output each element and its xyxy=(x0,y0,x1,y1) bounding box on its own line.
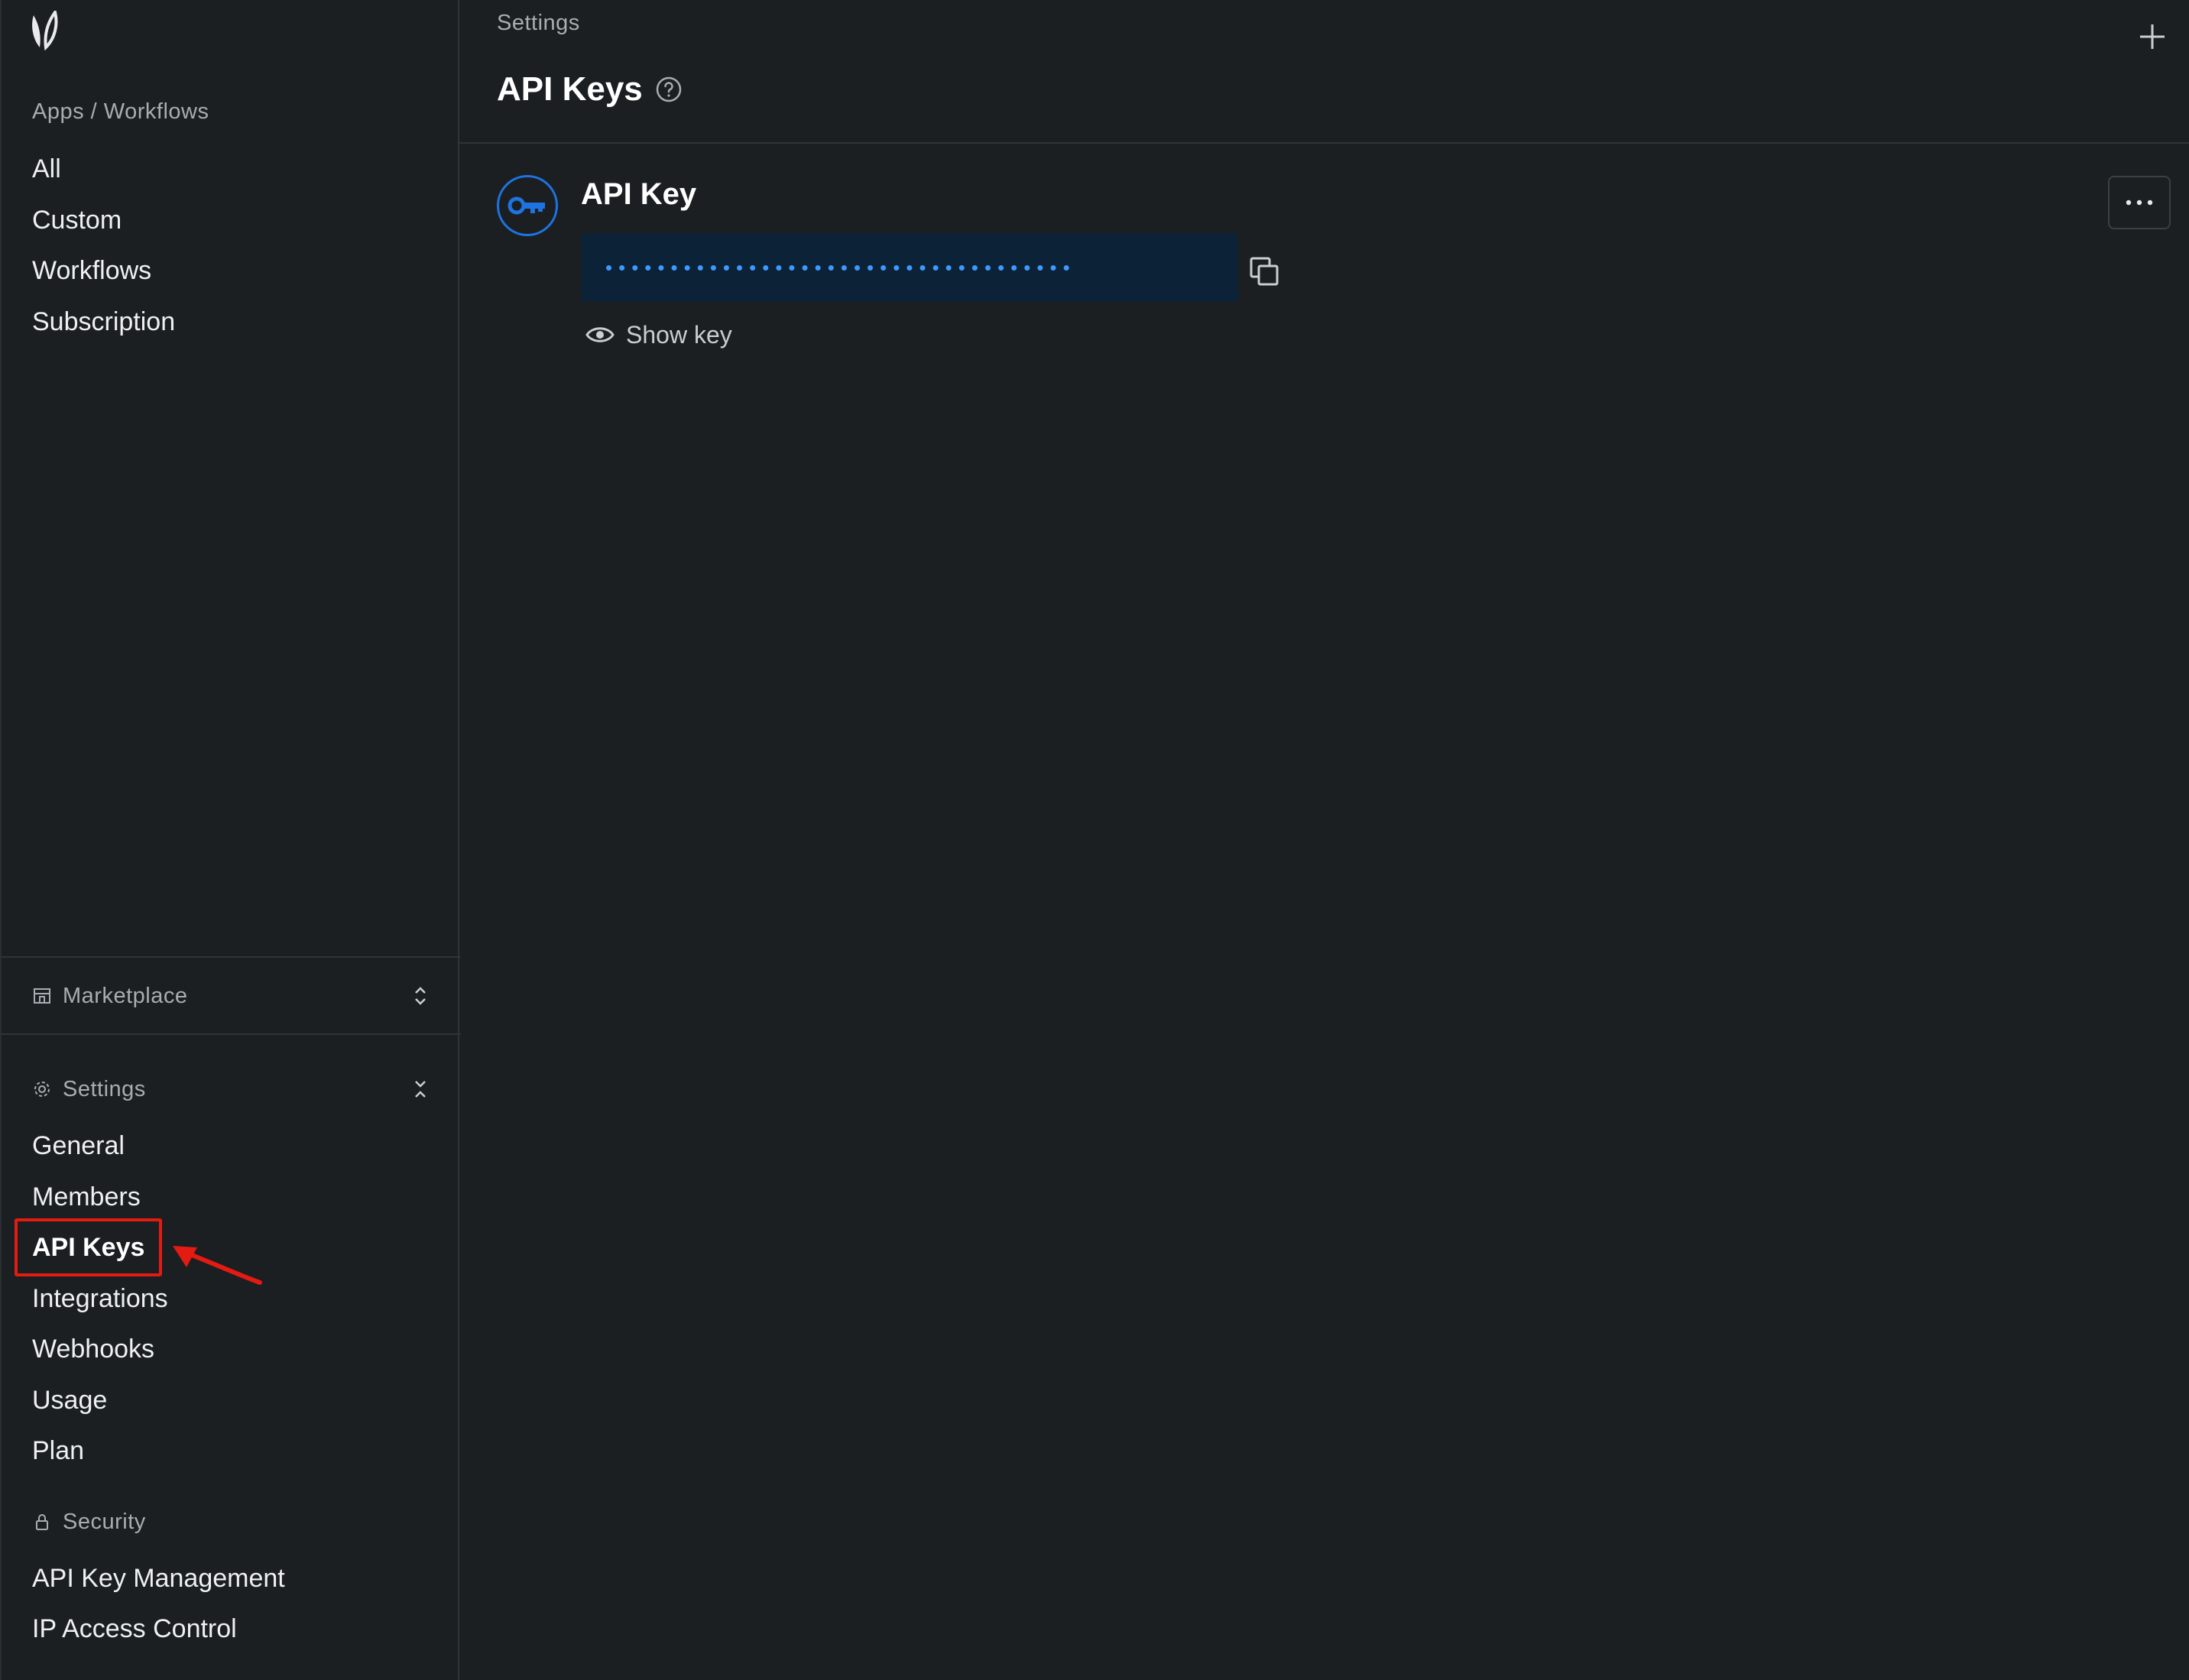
page-title: API Keys xyxy=(497,70,643,108)
sidebar-item-webhooks[interactable]: Webhooks xyxy=(32,1334,154,1364)
sidebar-item-subscription[interactable]: Subscription xyxy=(32,306,175,337)
key-avatar xyxy=(497,175,558,236)
chevron-collapse-icon[interactable] xyxy=(412,1078,429,1101)
sidebar: Apps / Workflows All Custom Workflows Su… xyxy=(0,0,461,1680)
more-icon xyxy=(2126,199,2153,206)
main-content: Settings API Keys API Key •••••••••••••• xyxy=(459,0,2189,1680)
eye-icon xyxy=(585,327,615,342)
apps-section-label: Apps / Workflows xyxy=(32,99,209,124)
settings-group-header[interactable]: Settings xyxy=(32,1072,429,1106)
key-icon xyxy=(508,196,545,215)
help-icon[interactable] xyxy=(655,76,683,103)
api-key-value-field[interactable]: •••••••••••••••••••••••••••••••••••• xyxy=(581,233,1238,302)
app-window: Apps / Workflows All Custom Workflows Su… xyxy=(0,0,2189,1680)
show-key-label: Show key xyxy=(626,320,732,349)
sidebar-item-general[interactable]: General xyxy=(32,1130,125,1161)
sidebar-item-custom[interactable]: Custom xyxy=(32,205,122,235)
security-label: Security xyxy=(63,1509,146,1534)
sidebar-item-members[interactable]: Members xyxy=(32,1182,141,1212)
show-key-button[interactable]: Show key xyxy=(585,319,732,350)
annotation-highlight-box xyxy=(15,1218,162,1276)
marketplace-label: Marketplace xyxy=(63,983,188,1008)
logo-icon[interactable] xyxy=(29,11,60,50)
sidebar-item-usage[interactable]: Usage xyxy=(32,1385,107,1416)
add-icon[interactable] xyxy=(2137,21,2168,52)
store-icon xyxy=(34,988,50,1004)
marketplace-group-header[interactable]: Marketplace xyxy=(32,979,429,1013)
breadcrumb[interactable]: Settings xyxy=(497,11,580,36)
sidebar-item-api-key-management[interactable]: API Key Management xyxy=(32,1563,285,1594)
gear-icon xyxy=(34,1082,50,1097)
sidebar-item-workflows[interactable]: Workflows xyxy=(32,255,151,286)
sidebar-item-all[interactable]: All xyxy=(32,154,61,184)
api-key-title: API Key xyxy=(581,177,697,211)
lock-icon xyxy=(36,1514,48,1530)
annotation-arrow-icon xyxy=(173,1246,262,1285)
sidebar-divider xyxy=(2,956,461,958)
more-options-button[interactable] xyxy=(2108,176,2171,229)
sidebar-item-integrations[interactable]: Integrations xyxy=(32,1283,168,1314)
sidebar-item-ip-access-control[interactable]: IP Access Control xyxy=(32,1614,237,1644)
header-divider xyxy=(459,142,2189,144)
settings-label: Settings xyxy=(63,1076,146,1101)
copy-icon[interactable] xyxy=(1248,255,1280,287)
security-group-header: Security xyxy=(32,1505,429,1539)
page-title-row: API Keys xyxy=(497,70,683,109)
sidebar-item-plan[interactable]: Plan xyxy=(32,1435,84,1466)
sidebar-divider xyxy=(2,1033,461,1035)
chevron-updown-icon[interactable] xyxy=(412,984,429,1007)
